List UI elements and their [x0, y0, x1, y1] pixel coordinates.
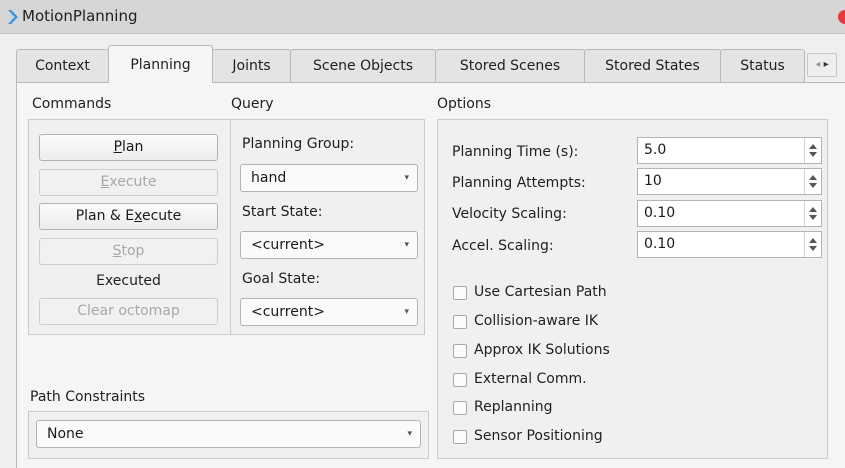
chevron-down-icon: ▾	[404, 173, 409, 183]
path-constraints-header: Path Constraints	[30, 389, 146, 405]
spin-arrows-icon[interactable]	[804, 138, 821, 163]
query-header: Query	[231, 96, 274, 112]
tab-scene-objects[interactable]: Scene Objects	[290, 49, 436, 82]
planning-time-spinbox[interactable]: 5.0	[637, 137, 822, 164]
use-cartesian-path-checkbox[interactable]	[453, 286, 467, 300]
collision-aware-ik-checkbox[interactable]	[453, 315, 467, 329]
spin-arrows-icon[interactable]	[804, 232, 821, 257]
tab-context[interactable]: Context	[16, 49, 109, 82]
execution-status: Executed	[96, 273, 161, 289]
tab-stored-scenes[interactable]: Stored Scenes	[435, 49, 585, 82]
close-button[interactable]	[838, 10, 845, 24]
planning-group-label: Planning Group:	[242, 136, 355, 152]
approx-ik-solutions-label: Approx IK Solutions	[474, 342, 610, 358]
planning-attempts-spinbox[interactable]: 10	[637, 168, 822, 195]
plan-button[interactable]: Plan	[39, 134, 218, 161]
start-state-select[interactable]: <current> ▾	[240, 231, 418, 259]
sensor-positioning-label: Sensor Positioning	[474, 428, 603, 444]
approx-ik-solutions-checkbox[interactable]	[453, 344, 467, 358]
tab-status[interactable]: Status	[720, 49, 805, 82]
tab-stored-states[interactable]: Stored States	[584, 49, 721, 82]
commands-header: Commands	[32, 96, 112, 112]
scroll-left-icon[interactable]: ◂	[815, 59, 820, 70]
tab-joints[interactable]: Joints	[212, 49, 291, 82]
replanning-checkbox[interactable]	[453, 401, 467, 415]
collision-aware-ik-label: Collision-aware IK	[474, 313, 599, 329]
options-header: Options	[437, 96, 492, 112]
spin-arrows-icon[interactable]	[804, 169, 821, 194]
path-constraints-select[interactable]: None ▾	[36, 420, 421, 448]
window-title: MotionPlanning	[22, 7, 138, 25]
execute-button[interactable]: Execute	[39, 169, 218, 196]
accel-scaling-label: Accel. Scaling:	[452, 238, 554, 254]
title-bar: MotionPlanning	[0, 0, 845, 34]
planning-attempts-label: Planning Attempts:	[452, 175, 586, 191]
plan-and-execute-button[interactable]: Plan & Execute	[39, 203, 218, 230]
use-cartesian-path-label: Use Cartesian Path	[474, 284, 607, 300]
scroll-right-icon[interactable]: ▸	[824, 59, 829, 70]
clear-octomap-button[interactable]: Clear octomap	[39, 298, 218, 325]
tab-scroll-buttons[interactable]: ◂ ▸	[807, 53, 837, 77]
sensor-positioning-checkbox[interactable]	[453, 430, 467, 444]
chevron-down-icon: ▾	[404, 240, 409, 250]
goal-state-select[interactable]: <current> ▾	[240, 298, 418, 326]
planning-time-label: Planning Time (s):	[452, 144, 579, 160]
accel-scaling-spinbox[interactable]: 0.10	[637, 231, 822, 258]
external-comm-label: External Comm.	[474, 371, 587, 387]
start-state-label: Start State:	[242, 204, 323, 220]
rviz-panel-icon	[8, 10, 18, 24]
chevron-down-icon: ▾	[404, 307, 409, 317]
velocity-scaling-label: Velocity Scaling:	[452, 206, 567, 222]
velocity-scaling-spinbox[interactable]: 0.10	[637, 200, 822, 227]
planning-group-select[interactable]: hand ▾	[240, 164, 418, 192]
external-comm-checkbox[interactable]	[453, 373, 467, 387]
tab-planning[interactable]: Planning	[108, 45, 213, 83]
replanning-label: Replanning	[474, 399, 553, 415]
spin-arrows-icon[interactable]	[804, 201, 821, 226]
stop-button[interactable]: Stop	[39, 238, 218, 265]
goal-state-label: Goal State:	[242, 271, 321, 287]
chevron-down-icon: ▾	[407, 429, 412, 439]
